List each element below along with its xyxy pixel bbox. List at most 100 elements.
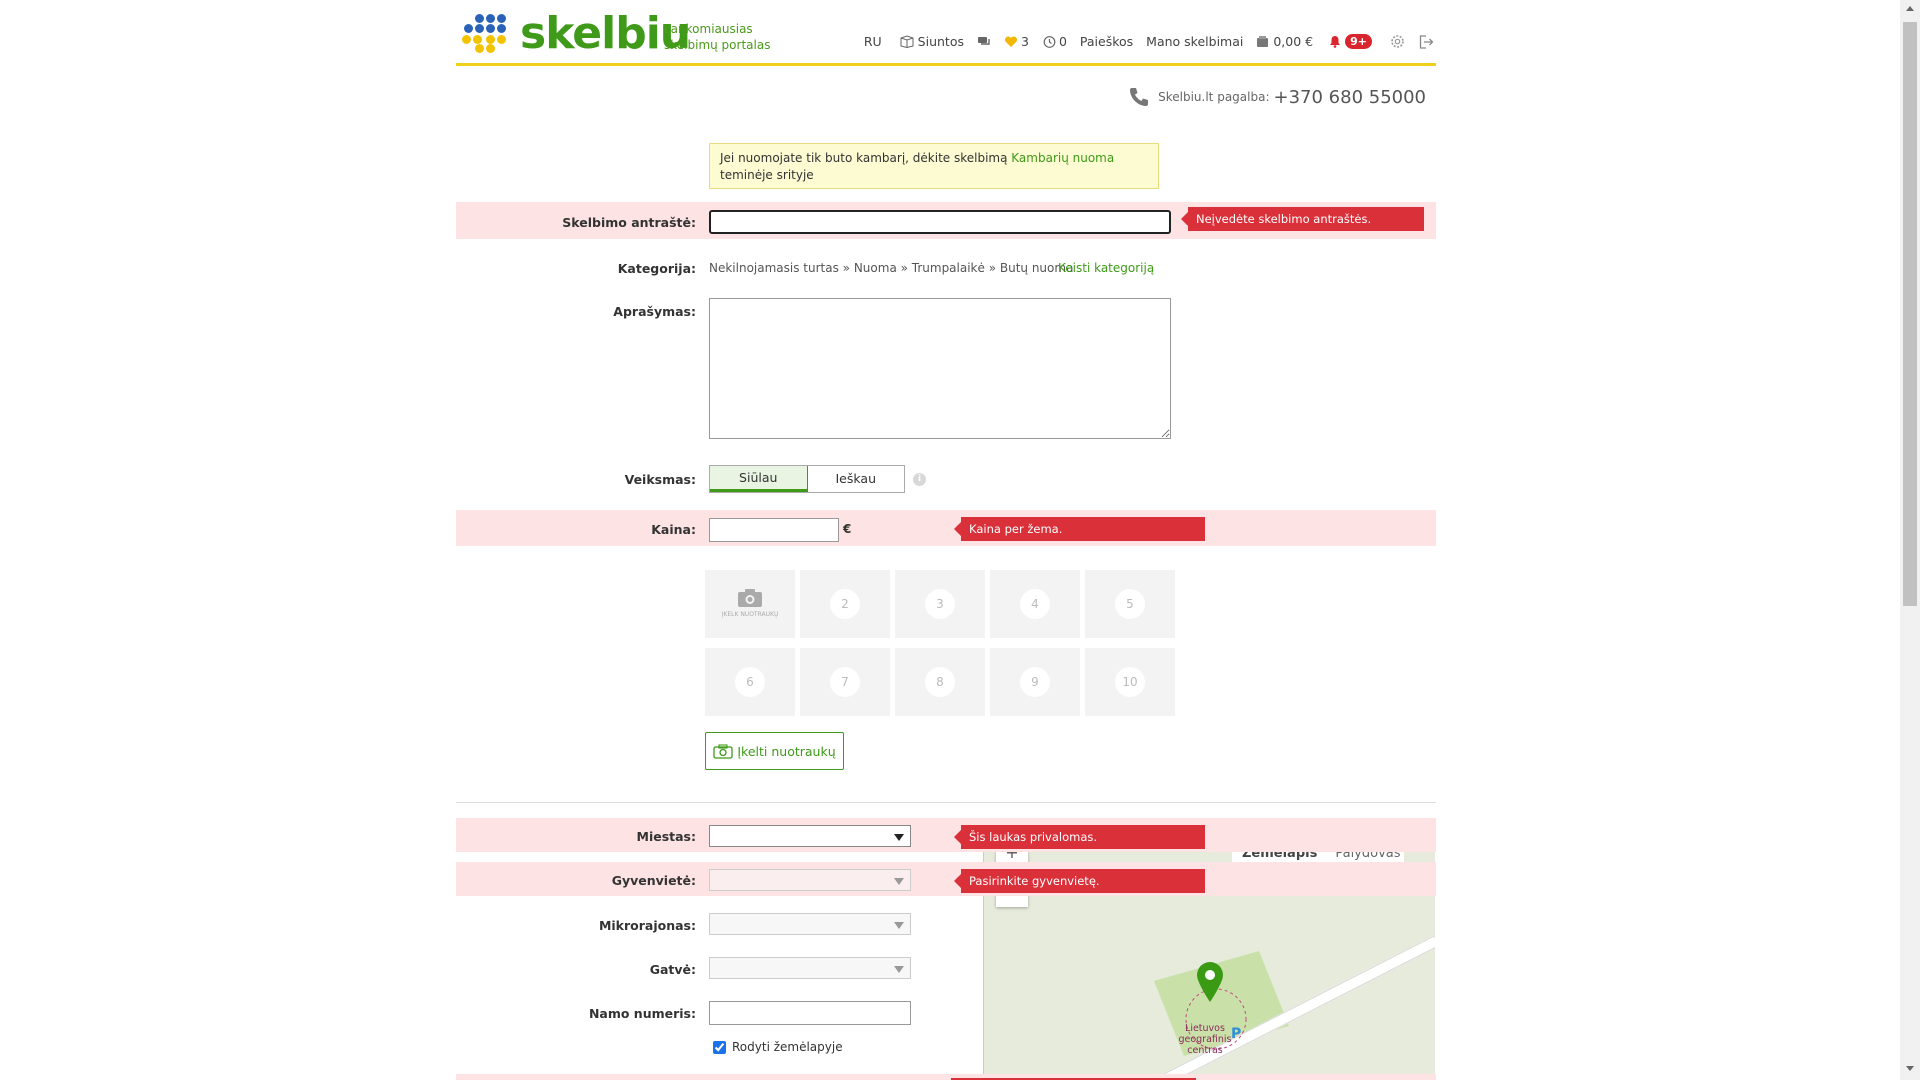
settlement-row: Gyvenvietė: Pasirinkite gyvenvietę.	[456, 862, 1436, 896]
scroll-down-arrow[interactable]	[1906, 1066, 1914, 1071]
heart-icon	[1004, 35, 1018, 47]
favorites-count: 3	[1021, 34, 1029, 49]
city-error: Šis laukas privalomas.	[954, 825, 1205, 849]
price-input[interactable]	[709, 518, 839, 542]
notifications-link[interactable]: 9+	[1329, 34, 1372, 49]
microdistrict-select[interactable]	[709, 913, 911, 935]
photo-slot[interactable]: 4	[990, 570, 1080, 638]
upload-photos-button[interactable]: Įkelti nuotraukų	[705, 732, 844, 770]
balance-value: 0,00 €	[1273, 34, 1314, 49]
price-label: Kaina:	[651, 522, 696, 537]
tagline-line-1: Lankomiausias	[664, 22, 753, 36]
map-parking-label: P	[1231, 1026, 1242, 1042]
change-category-link[interactable]: Keisti kategoriją	[1058, 261, 1154, 275]
info-icon[interactable]: i	[913, 473, 926, 486]
shipping-link[interactable]: Siuntos	[900, 34, 964, 49]
searches-link[interactable]: Paieškos	[1080, 34, 1133, 49]
wallet-link[interactable]: 0,00 €	[1256, 34, 1313, 49]
photo-slot-number: 5	[1115, 589, 1145, 619]
price-currency: €	[843, 522, 852, 536]
action-row: Veiksmas: Siūlau Ieškau i	[456, 465, 1436, 493]
photo-grid: ĮKELK NUOTRAUKŲ 2 3 4 5 6 7 8 9 10	[705, 570, 1185, 716]
settlement-label: Gyvenvietė:	[611, 873, 696, 888]
lang-switch[interactable]: RU	[864, 34, 882, 49]
notice-link-room-rent[interactable]: Kambarių nuoma	[1011, 151, 1114, 165]
wallet-icon	[1257, 36, 1269, 47]
price-row: Kaina: € Kaina per žema.	[456, 510, 1436, 546]
chevron-down-icon	[894, 834, 904, 841]
settings-link[interactable]	[1390, 34, 1405, 49]
camera-icon	[713, 743, 734, 759]
tagline: Lankomiausias skelbimų portalas	[664, 21, 770, 53]
chat-icon	[978, 36, 990, 45]
photo-slot[interactable]: 3	[895, 570, 985, 638]
notice-text-1: Jei nuomojate tik buto kambarį, dėkite s…	[720, 151, 1012, 165]
category-row: Kategorija: Nekilnojamasis turtas » Nuom…	[456, 258, 1436, 280]
house-number-input[interactable]	[709, 1001, 911, 1025]
help-line: Skelbiu.lt pagalba: +370 680 55000	[1128, 86, 1426, 108]
photo-slot[interactable]: 10	[1085, 648, 1175, 716]
scroll-up-arrow[interactable]	[1906, 6, 1914, 11]
shipping-label: Siuntos	[917, 34, 964, 49]
logout-link[interactable]	[1419, 34, 1434, 49]
help-phone[interactable]: +370 680 55000	[1274, 87, 1427, 108]
box-icon	[900, 35, 914, 48]
page: skelbiu Lankomiausias skelbimų portalas …	[456, 0, 1436, 1080]
scrollbar[interactable]	[1900, 0, 1920, 1080]
help-label: Skelbiu.lt pagalba:	[1158, 90, 1270, 104]
photo-slot-number: 4	[1020, 589, 1050, 619]
photo-slot-main[interactable]: ĮKELK NUOTRAUKŲ	[705, 570, 795, 638]
city-select[interactable]	[709, 825, 911, 847]
action-offer-button[interactable]: Siūlau	[710, 466, 808, 492]
house-number-row: Namo numeris:	[456, 1001, 1436, 1025]
photo-slot[interactable]: 7	[800, 648, 890, 716]
scroll-thumb[interactable]	[1903, 22, 1917, 606]
title-input[interactable]	[709, 210, 1171, 234]
info-notice: Jei nuomojate tik buto kambarį, dėkite s…	[709, 143, 1159, 189]
street-label: Gatvė:	[649, 962, 696, 977]
microdistrict-row: Mikrorajonas:	[456, 913, 1436, 937]
notice-text-2: teminėje srityje	[720, 168, 814, 182]
photo-slot-number: 9	[1020, 667, 1050, 697]
description-label: Aprašymas:	[613, 304, 696, 319]
logout-icon	[1419, 34, 1434, 49]
street-select[interactable]	[709, 957, 911, 979]
top-nav: RU Siuntos 3 0 Paieškos Mano skelbimai 0…	[851, 34, 1436, 49]
history-link[interactable]: 0	[1042, 34, 1067, 49]
chevron-down-icon	[894, 922, 904, 929]
photo-slot[interactable]: 2	[800, 570, 890, 638]
my-ads-link[interactable]: Mano skelbimai	[1146, 34, 1243, 49]
photo-slot-main-caption: ĮKELK NUOTRAUKŲ	[721, 611, 779, 618]
bell-icon	[1330, 36, 1341, 48]
title-error: Neįvedėte skelbimo antraštės.	[1181, 207, 1424, 231]
photo-slot[interactable]: 5	[1085, 570, 1175, 638]
settlement-select[interactable]	[709, 869, 911, 891]
description-textarea[interactable]	[709, 298, 1171, 439]
logo-mark[interactable]	[462, 14, 512, 53]
settlement-error: Pasirinkite gyvenvietę.	[954, 869, 1205, 893]
photo-slot[interactable]: 8	[895, 648, 985, 716]
chevron-down-icon	[894, 878, 904, 885]
microdistrict-label: Mikrorajonas:	[598, 918, 696, 933]
notifications-badge: 9+	[1345, 34, 1372, 49]
action-seek-button[interactable]: Ieškau	[808, 466, 905, 492]
upload-photos-label: Įkelti nuotraukų	[737, 743, 836, 759]
phone-icon	[1130, 88, 1149, 106]
photo-slot[interactable]: 9	[990, 648, 1080, 716]
street-row: Gatvė:	[456, 957, 1436, 981]
show-on-map-checkbox[interactable]	[713, 1040, 726, 1054]
favorites-link[interactable]: 3	[1004, 34, 1029, 49]
chevron-down-icon	[894, 966, 904, 973]
action-toggle: Siūlau Ieškau	[709, 465, 905, 493]
show-on-map-row: Rodyti žemėlapyje	[713, 1040, 843, 1054]
photo-slot[interactable]: 6	[705, 648, 795, 716]
photo-slot-number: 10	[1115, 667, 1145, 697]
photo-slot-number: 3	[925, 589, 955, 619]
messages-link[interactable]	[977, 36, 991, 48]
action-label: Veiksmas:	[624, 472, 696, 487]
photo-slot-number: 8	[925, 667, 955, 697]
gear-icon	[1391, 35, 1404, 48]
description-row: Aprašymas:	[456, 298, 1436, 440]
section-divider	[456, 802, 1436, 803]
photo-slot-number: 7	[830, 667, 860, 697]
